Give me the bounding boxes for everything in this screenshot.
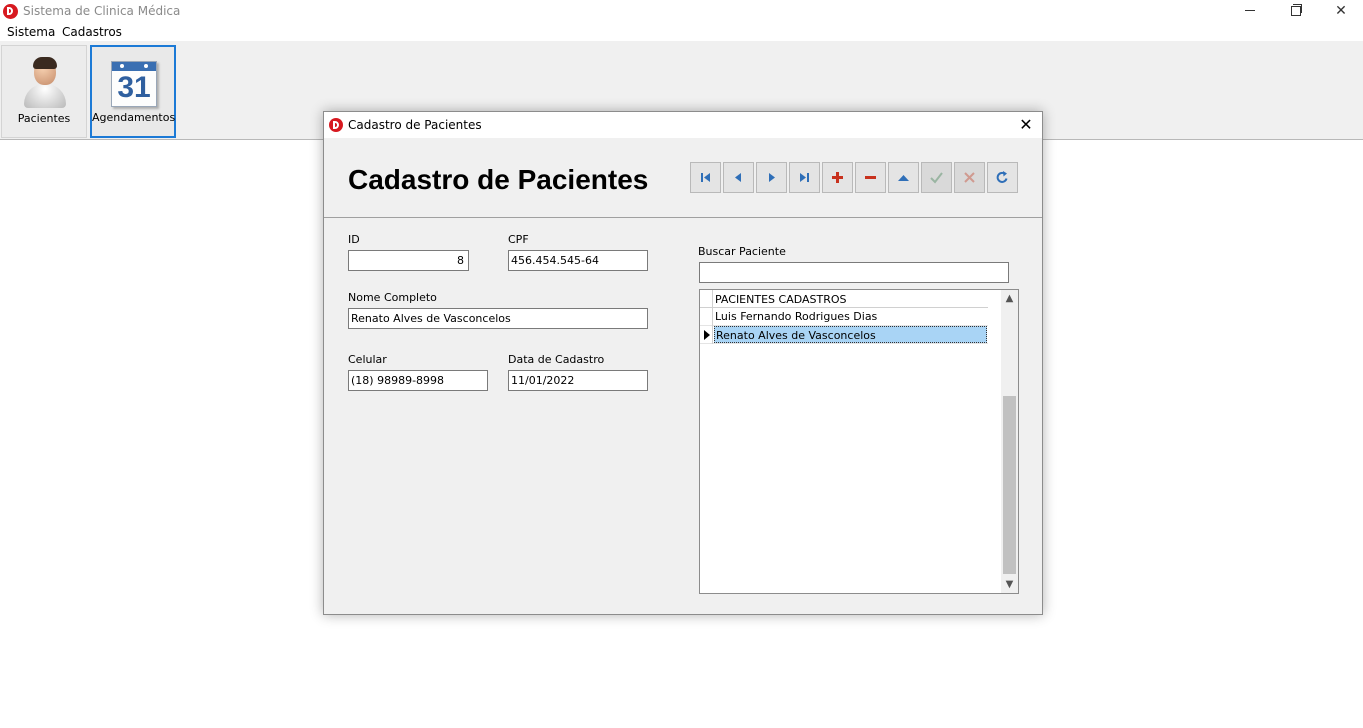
next-record-button[interactable]: [756, 162, 787, 193]
nome-field[interactable]: Renato Alves de Vasconcelos: [348, 308, 648, 329]
app-logo-icon: [3, 4, 18, 19]
dialog-logo-icon: [329, 118, 343, 132]
agendamentos-button[interactable]: 31 Agendamentos: [90, 45, 176, 138]
dialog-titlebar: Cadastro de Pacientes ✕: [324, 112, 1042, 138]
grid-scrollbar[interactable]: ▲ ▼: [1001, 290, 1018, 593]
minimize-button[interactable]: [1227, 0, 1273, 22]
plus-icon: [832, 172, 843, 183]
restore-button[interactable]: [1272, 0, 1318, 22]
scroll-up-icon[interactable]: ▲: [1001, 290, 1018, 307]
cancel-record-button[interactable]: [954, 162, 985, 193]
calendar-icon: 31: [111, 61, 157, 107]
pacientes-label: Pacientes: [17, 112, 71, 125]
agendamentos-label: Agendamentos: [92, 111, 176, 124]
grid-cell[interactable]: Luis Fernando Rodrigues Dias: [714, 308, 987, 325]
pacientes-button[interactable]: Pacientes: [1, 45, 87, 138]
last-record-button[interactable]: [789, 162, 820, 193]
scroll-thumb[interactable]: [1003, 396, 1016, 574]
next-icon: [769, 173, 775, 182]
cpf-field[interactable]: 456.454.545-64: [508, 250, 648, 271]
id-field[interactable]: 8: [348, 250, 469, 271]
first-record-button[interactable]: [690, 162, 721, 193]
menu-bar: Sistema Cadastros: [0, 22, 1363, 42]
window-close-button[interactable]: ✕: [1318, 0, 1363, 22]
minus-icon: [865, 176, 876, 179]
dialog-header: Cadastro de Pacientes: [324, 138, 1042, 218]
prior-record-button[interactable]: [723, 162, 754, 193]
menu-cadastros[interactable]: Cadastros: [62, 25, 122, 39]
grid-column-title: PACIENTES CADASTROS: [715, 293, 847, 306]
celular-field[interactable]: (18) 98989-8998: [348, 370, 488, 391]
scroll-down-icon[interactable]: ▼: [1001, 576, 1018, 593]
last-icon: [800, 173, 809, 182]
celular-label: Celular: [348, 353, 387, 366]
cpf-label: CPF: [508, 233, 529, 246]
dialog-close-button[interactable]: ✕: [1012, 114, 1040, 136]
calendar-day: 31: [117, 71, 151, 104]
post-record-button[interactable]: [921, 162, 952, 193]
window-titlebar: Sistema de Clinica Médica ✕: [0, 0, 1363, 22]
row-pointer-icon: [704, 330, 710, 340]
page-title: Cadastro de Pacientes: [348, 164, 649, 195]
table-row-selected[interactable]: Renato Alves de Vasconcelos: [700, 326, 988, 344]
check-icon: [930, 172, 943, 184]
cancel-x-icon: [964, 172, 975, 183]
table-row[interactable]: Luis Fernando Rodrigues Dias: [700, 308, 988, 326]
menu-sistema[interactable]: Sistema: [7, 25, 55, 39]
refresh-record-button[interactable]: [987, 162, 1018, 193]
id-label: ID: [348, 233, 360, 246]
dialog-title: Cadastro de Pacientes: [348, 118, 482, 132]
nome-label: Nome Completo: [348, 291, 437, 304]
grid-cell[interactable]: Renato Alves de Vasconcelos: [714, 326, 987, 343]
up-triangle-icon: [898, 175, 909, 181]
window-title: Sistema de Clinica Médica: [23, 4, 181, 18]
prior-icon: [735, 173, 741, 182]
edit-record-button[interactable]: [888, 162, 919, 193]
cadastro-pacientes-dialog: Cadastro de Pacientes ✕ Cadastro de Paci…: [323, 111, 1043, 615]
person-icon: [22, 56, 68, 108]
data-cadastro-label: Data de Cadastro: [508, 353, 605, 366]
search-input[interactable]: [699, 262, 1009, 283]
pacientes-grid[interactable]: PACIENTES CADASTROS Luis Fernando Rodrig…: [699, 289, 1019, 594]
data-cadastro-field[interactable]: 11/01/2022: [508, 370, 648, 391]
delete-record-button[interactable]: [855, 162, 886, 193]
first-icon: [701, 173, 710, 182]
refresh-icon: [996, 171, 1008, 183]
buscar-paciente-label: Buscar Paciente: [698, 245, 786, 258]
insert-record-button[interactable]: [822, 162, 853, 193]
grid-header: PACIENTES CADASTROS: [700, 290, 988, 308]
